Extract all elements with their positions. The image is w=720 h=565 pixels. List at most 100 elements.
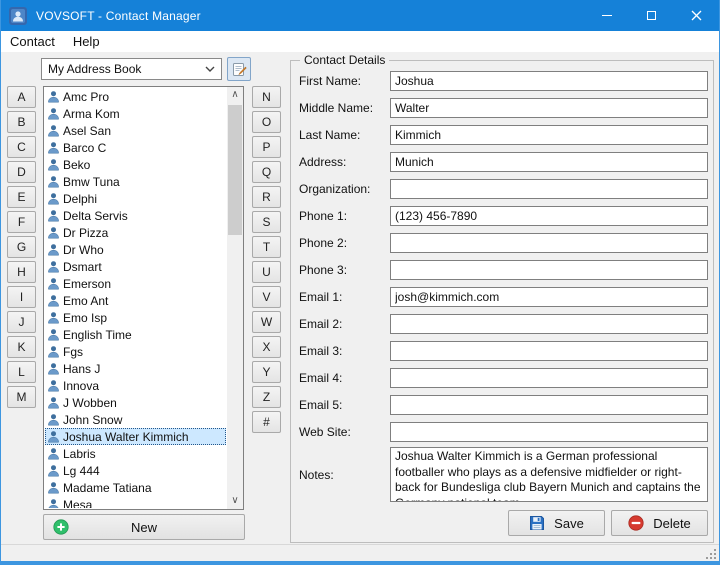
phone-3-field[interactable] <box>390 259 708 280</box>
alphabet-button-s[interactable]: S <box>252 211 281 233</box>
email-5-field[interactable] <box>390 394 708 415</box>
close-button[interactable] <box>674 0 719 31</box>
delete-button[interactable]: Delete <box>611 510 708 536</box>
alphabet-button-m[interactable]: M <box>7 386 36 408</box>
email-1-label: Email 1: <box>299 289 343 304</box>
contact-list-item[interactable]: Beko <box>45 156 226 173</box>
alphabet-button-j[interactable]: J <box>7 311 36 333</box>
alphabet-button-h[interactable]: H <box>7 261 36 283</box>
contact-list-item[interactable]: Delphi <box>45 190 226 207</box>
person-icon <box>47 192 60 205</box>
contact-list-item[interactable]: Mesa <box>45 496 226 508</box>
contact-list-item[interactable]: Innova <box>45 377 226 394</box>
chevron-down-icon <box>201 59 219 79</box>
alphabet-button-b[interactable]: B <box>7 111 36 133</box>
form-row-organization: Organization: <box>299 175 708 202</box>
alphabet-button-hash[interactable]: # <box>252 411 281 433</box>
menu-contact[interactable]: Contact <box>1 31 64 52</box>
person-icon <box>47 362 60 375</box>
minimize-button[interactable] <box>584 0 629 31</box>
group-title: Contact Details <box>300 53 390 67</box>
contact-list-item[interactable]: Dr Pizza <box>45 224 226 241</box>
edit-address-book-button[interactable] <box>227 57 251 81</box>
contact-list-item[interactable]: Bmw Tuna <box>45 173 226 190</box>
scroll-up-icon[interactable]: ∧ <box>227 87 243 103</box>
alphabet-button-k[interactable]: K <box>7 336 36 358</box>
alphabet-button-f[interactable]: F <box>7 211 36 233</box>
alphabet-button-i[interactable]: I <box>7 286 36 308</box>
contact-list-item[interactable]: Emo Isp <box>45 309 226 326</box>
contact-list-item[interactable]: Dr Who <box>45 241 226 258</box>
alphabet-button-a[interactable]: A <box>7 86 36 108</box>
window-bottom-border <box>1 561 719 565</box>
contact-list-item[interactable]: Lg 444 <box>45 462 226 479</box>
contact-list-item[interactable]: Emerson <box>45 275 226 292</box>
scroll-down-icon[interactable]: ∨ <box>227 493 243 509</box>
alphabet-button-x[interactable]: X <box>252 336 281 358</box>
scrollbar-thumb[interactable] <box>228 105 242 235</box>
maximize-button[interactable] <box>629 0 674 31</box>
menu-help[interactable]: Help <box>64 31 109 52</box>
middle-name-field[interactable] <box>390 97 708 118</box>
contact-list-scrollbar[interactable]: ∧ ∨ <box>227 87 243 509</box>
contact-list-item[interactable]: Madame Tatiana <box>45 479 226 496</box>
alphabet-button-p[interactable]: P <box>252 136 281 158</box>
contact-list-item[interactable]: English Time <box>45 326 226 343</box>
email-2-field[interactable] <box>390 313 708 334</box>
last-name-field[interactable] <box>390 124 708 145</box>
resize-grip[interactable] <box>705 548 717 560</box>
contact-list-item[interactable]: Fgs <box>45 343 226 360</box>
save-button[interactable]: Save <box>508 510 605 536</box>
web-site-field[interactable] <box>390 421 708 442</box>
contact-list-item[interactable]: Labris <box>45 445 226 462</box>
alphabet-button-t[interactable]: T <box>252 236 281 258</box>
alphabet-button-o[interactable]: O <box>252 111 281 133</box>
organization-field[interactable] <box>390 178 708 199</box>
contact-list-item[interactable]: Dsmart <box>45 258 226 275</box>
alphabet-column-left: ABCDEFGHIJKLM <box>7 86 36 408</box>
alphabet-button-l[interactable]: L <box>7 361 36 383</box>
alphabet-button-n[interactable]: N <box>252 86 281 108</box>
contact-list-item[interactable]: Amc Pro <box>45 88 226 105</box>
contact-list-item[interactable]: Asel San <box>45 122 226 139</box>
contact-list-item[interactable]: Arma Kom <box>45 105 226 122</box>
alphabet-button-d[interactable]: D <box>7 161 36 183</box>
alphabet-button-y[interactable]: Y <box>252 361 281 383</box>
email-4-label: Email 4: <box>299 370 343 385</box>
phone-2-field[interactable] <box>390 232 708 253</box>
alphabet-button-g[interactable]: G <box>7 236 36 258</box>
alphabet-button-v[interactable]: V <box>252 286 281 308</box>
phone-1-field[interactable] <box>390 205 708 226</box>
notes-field[interactable] <box>390 447 708 502</box>
contact-list-item[interactable]: John Snow <box>45 411 226 428</box>
alphabet-button-q[interactable]: Q <box>252 161 281 183</box>
contact-list-item[interactable]: Hans J <box>45 360 226 377</box>
statusbar <box>1 544 719 561</box>
alphabet-button-e[interactable]: E <box>7 186 36 208</box>
new-contact-button[interactable]: New <box>43 514 245 540</box>
address-field[interactable] <box>390 151 708 172</box>
contact-list-item[interactable]: Emo Ant <box>45 292 226 309</box>
contact-list-item[interactable]: Delta Servis <box>45 207 226 224</box>
address-book-dropdown[interactable]: My Address Book <box>41 58 222 80</box>
client-area: My Address Book ABCDEFGHIJKLM NOPQRSTUVW… <box>1 52 719 544</box>
alphabet-button-w[interactable]: W <box>252 311 281 333</box>
contact-list-item[interactable]: J Wobben <box>45 394 226 411</box>
contact-name: Joshua Walter Kimmich <box>63 429 189 444</box>
contact-list-item[interactable]: Joshua Walter Kimmich <box>45 428 226 445</box>
field-rows-container: First Name: Middle Name: Last Name: Address… <box>299 67 708 445</box>
email-1-field[interactable] <box>390 286 708 307</box>
email-4-field[interactable] <box>390 367 708 388</box>
alphabet-button-u[interactable]: U <box>252 261 281 283</box>
alphabet-button-c[interactable]: C <box>7 136 36 158</box>
email-3-field[interactable] <box>390 340 708 361</box>
alphabet-button-r[interactable]: R <box>252 186 281 208</box>
person-icon <box>47 209 60 222</box>
add-plus-icon <box>53 519 69 535</box>
minimize-icon <box>601 15 612 16</box>
contact-details-group: Contact Details First Name: Middle Name: L… <box>290 53 714 543</box>
contact-list-item[interactable]: Barco C <box>45 139 226 156</box>
person-icon <box>47 175 60 188</box>
first-name-field[interactable] <box>390 70 708 91</box>
alphabet-button-z[interactable]: Z <box>252 386 281 408</box>
